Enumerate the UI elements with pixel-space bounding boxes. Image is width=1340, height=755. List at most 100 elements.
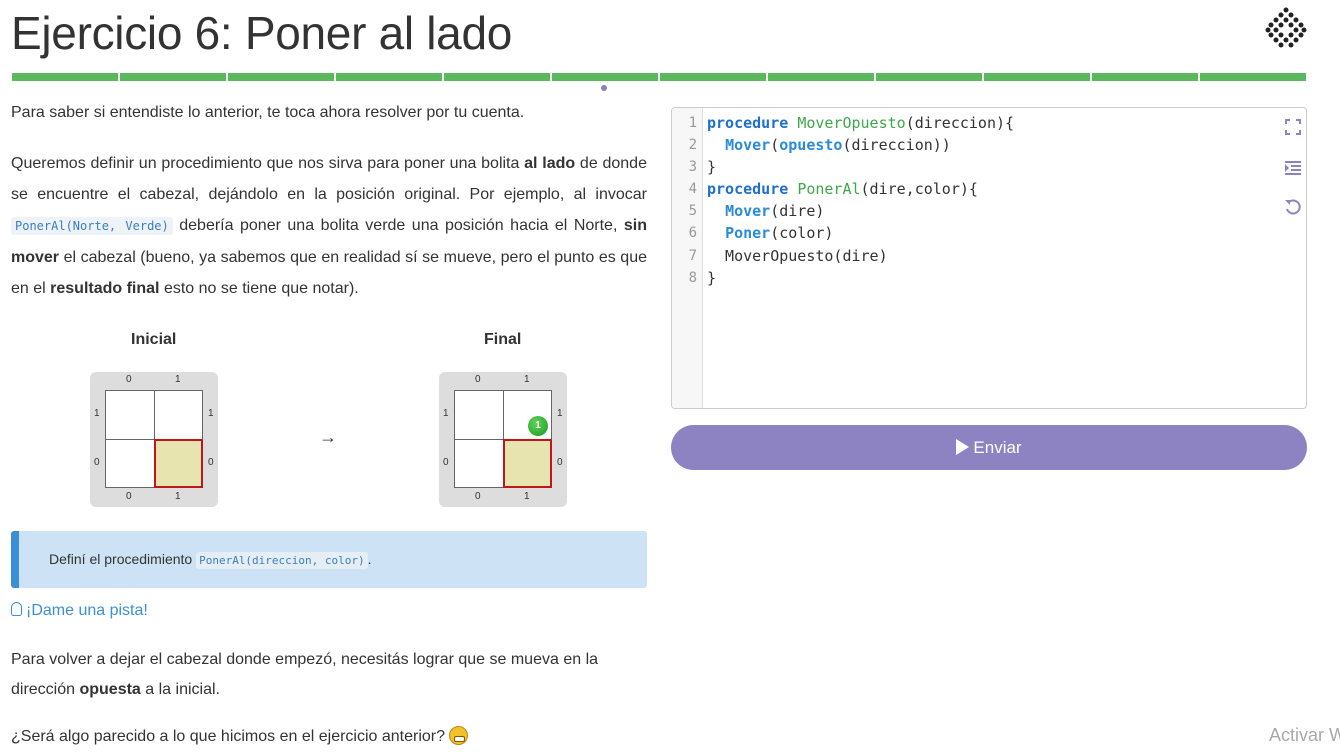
text: Definí el procedimiento [49,551,197,567]
progress-segment[interactable] [1200,73,1306,81]
code-line[interactable]: Mover(dire) [707,202,824,220]
row-label: 0 [208,457,214,468]
progress-segment[interactable] [336,73,442,81]
progress-segment[interactable] [660,73,766,81]
question-paragraph: ¿Será algo parecido a lo que hicimos en … [11,726,469,746]
col-label: 0 [475,374,481,385]
submit-button[interactable]: Enviar [671,425,1307,470]
text: a la inicial. [140,681,220,698]
text: esto no se tiene que notar). [159,280,359,297]
code-line[interactable]: Poner(color) [707,224,833,242]
green-ball: 1 [528,416,548,436]
progress-segment[interactable] [768,73,874,81]
code-line[interactable]: } [707,269,716,287]
inline-code: PonerAl(Norte, Verde) [11,217,173,235]
row-label: 1 [557,408,563,419]
progress-segment[interactable] [984,73,1090,81]
line-number-gutter: 1 2 3 4 5 6 7 8 [672,108,703,408]
task-callout: Definí el procedimiento PonerAl(direccio… [11,531,647,588]
final-board-label: Final [484,331,522,348]
lightbulb-icon [11,602,22,616]
line-number: 5 [688,203,697,219]
text: ¿Será algo parecido a lo que hicimos en … [11,728,446,745]
head-cell [154,439,203,488]
col-label: 1 [175,374,181,385]
row-label: 1 [443,408,449,419]
line-number: 4 [688,181,697,197]
board-grid [105,390,203,488]
initial-board: 0 1 0 1 1 0 1 0 [90,372,218,507]
progress-segment[interactable] [228,73,334,81]
row-label: 0 [443,457,449,468]
code-text: ( [770,136,780,154]
fullscreen-icon[interactable] [1284,118,1302,136]
initial-board-label: Inicial [131,331,177,348]
col-label: 1 [524,491,530,502]
progress-segment[interactable] [120,73,226,81]
code-text: } [707,269,717,287]
final-board: 0 1 0 1 1 0 1 0 1 [439,372,567,507]
code-line[interactable]: procedure PonerAl(dire,color){ [707,180,978,198]
hint-link[interactable]: ¡Dame una pista! [11,602,148,620]
code-line[interactable]: MoverOpuesto(dire) [707,247,888,265]
hint-paragraph: Para volver a dejar el cabezal donde emp… [11,645,647,705]
page-title: Ejercicio 6: Poner al lado [11,7,513,59]
text: Queremos definir un procedimiento que no… [11,155,525,172]
progress-segment[interactable] [444,73,550,81]
code-text: } [707,158,717,176]
builtin: Mover [725,202,771,220]
code-line[interactable]: procedure MoverOpuesto(direccion){ [707,114,1014,132]
progress-segment[interactable] [12,73,118,81]
bold-text: opuesta [79,681,141,698]
intro-text: Para saber si entendiste lo anterior, te… [11,104,525,121]
progress-segment[interactable] [876,73,982,81]
procedure-name: PonerAl [797,180,861,198]
indent-icon[interactable] [1284,159,1302,177]
row-label: 1 [208,408,214,419]
text: debería poner una bolita verde una posic… [172,217,624,234]
keyword: procedure [707,114,789,132]
hint-link-label: ¡Dame una pista! [26,602,148,619]
keyword: procedure [707,180,789,198]
line-number: 6 [688,225,697,241]
col-label: 0 [126,374,132,385]
builtin: Poner [725,224,771,242]
play-icon [956,439,970,455]
code-text: (dire,color){ [860,180,978,198]
windows-activation-watermark: Activar W [1269,725,1340,745]
code-line[interactable]: Mover(opuesto(direccion)) [707,136,951,154]
line-number: 2 [688,137,697,153]
col-label: 0 [475,491,481,502]
reset-icon[interactable] [1284,198,1302,216]
mumuki-logo-icon[interactable] [1264,6,1308,50]
arrow-right-icon: → [319,427,337,447]
board-grid [454,390,552,488]
progress-segment[interactable] [1092,73,1198,81]
builtin: opuesto [779,136,843,154]
col-label: 0 [126,491,132,502]
code-text: (color) [770,224,834,242]
line-number: 7 [688,248,697,264]
progress-bar [12,73,1306,81]
description-paragraph: Queremos definir un procedimiento que no… [11,148,647,304]
builtin: Mover [725,136,771,154]
submit-button-label: Enviar [973,438,1022,457]
code-editor[interactable]: 1 2 3 4 5 6 7 8 procedure MoverOpuesto(d… [671,107,1307,409]
callout-text: Definí el procedimiento PonerAl(direccio… [49,551,372,569]
code-line[interactable]: } [707,158,716,176]
line-number: 1 [688,115,697,131]
code-text: (direccion){ [905,114,1015,132]
col-label: 1 [524,374,530,385]
progress-segment[interactable] [552,73,658,81]
head-cell [503,439,552,488]
code-text: (dire) [770,202,825,220]
text: . [367,551,372,567]
grin-emoji-icon [449,726,469,745]
procedure-name: MoverOpuesto [797,114,906,132]
line-number: 3 [688,159,697,175]
